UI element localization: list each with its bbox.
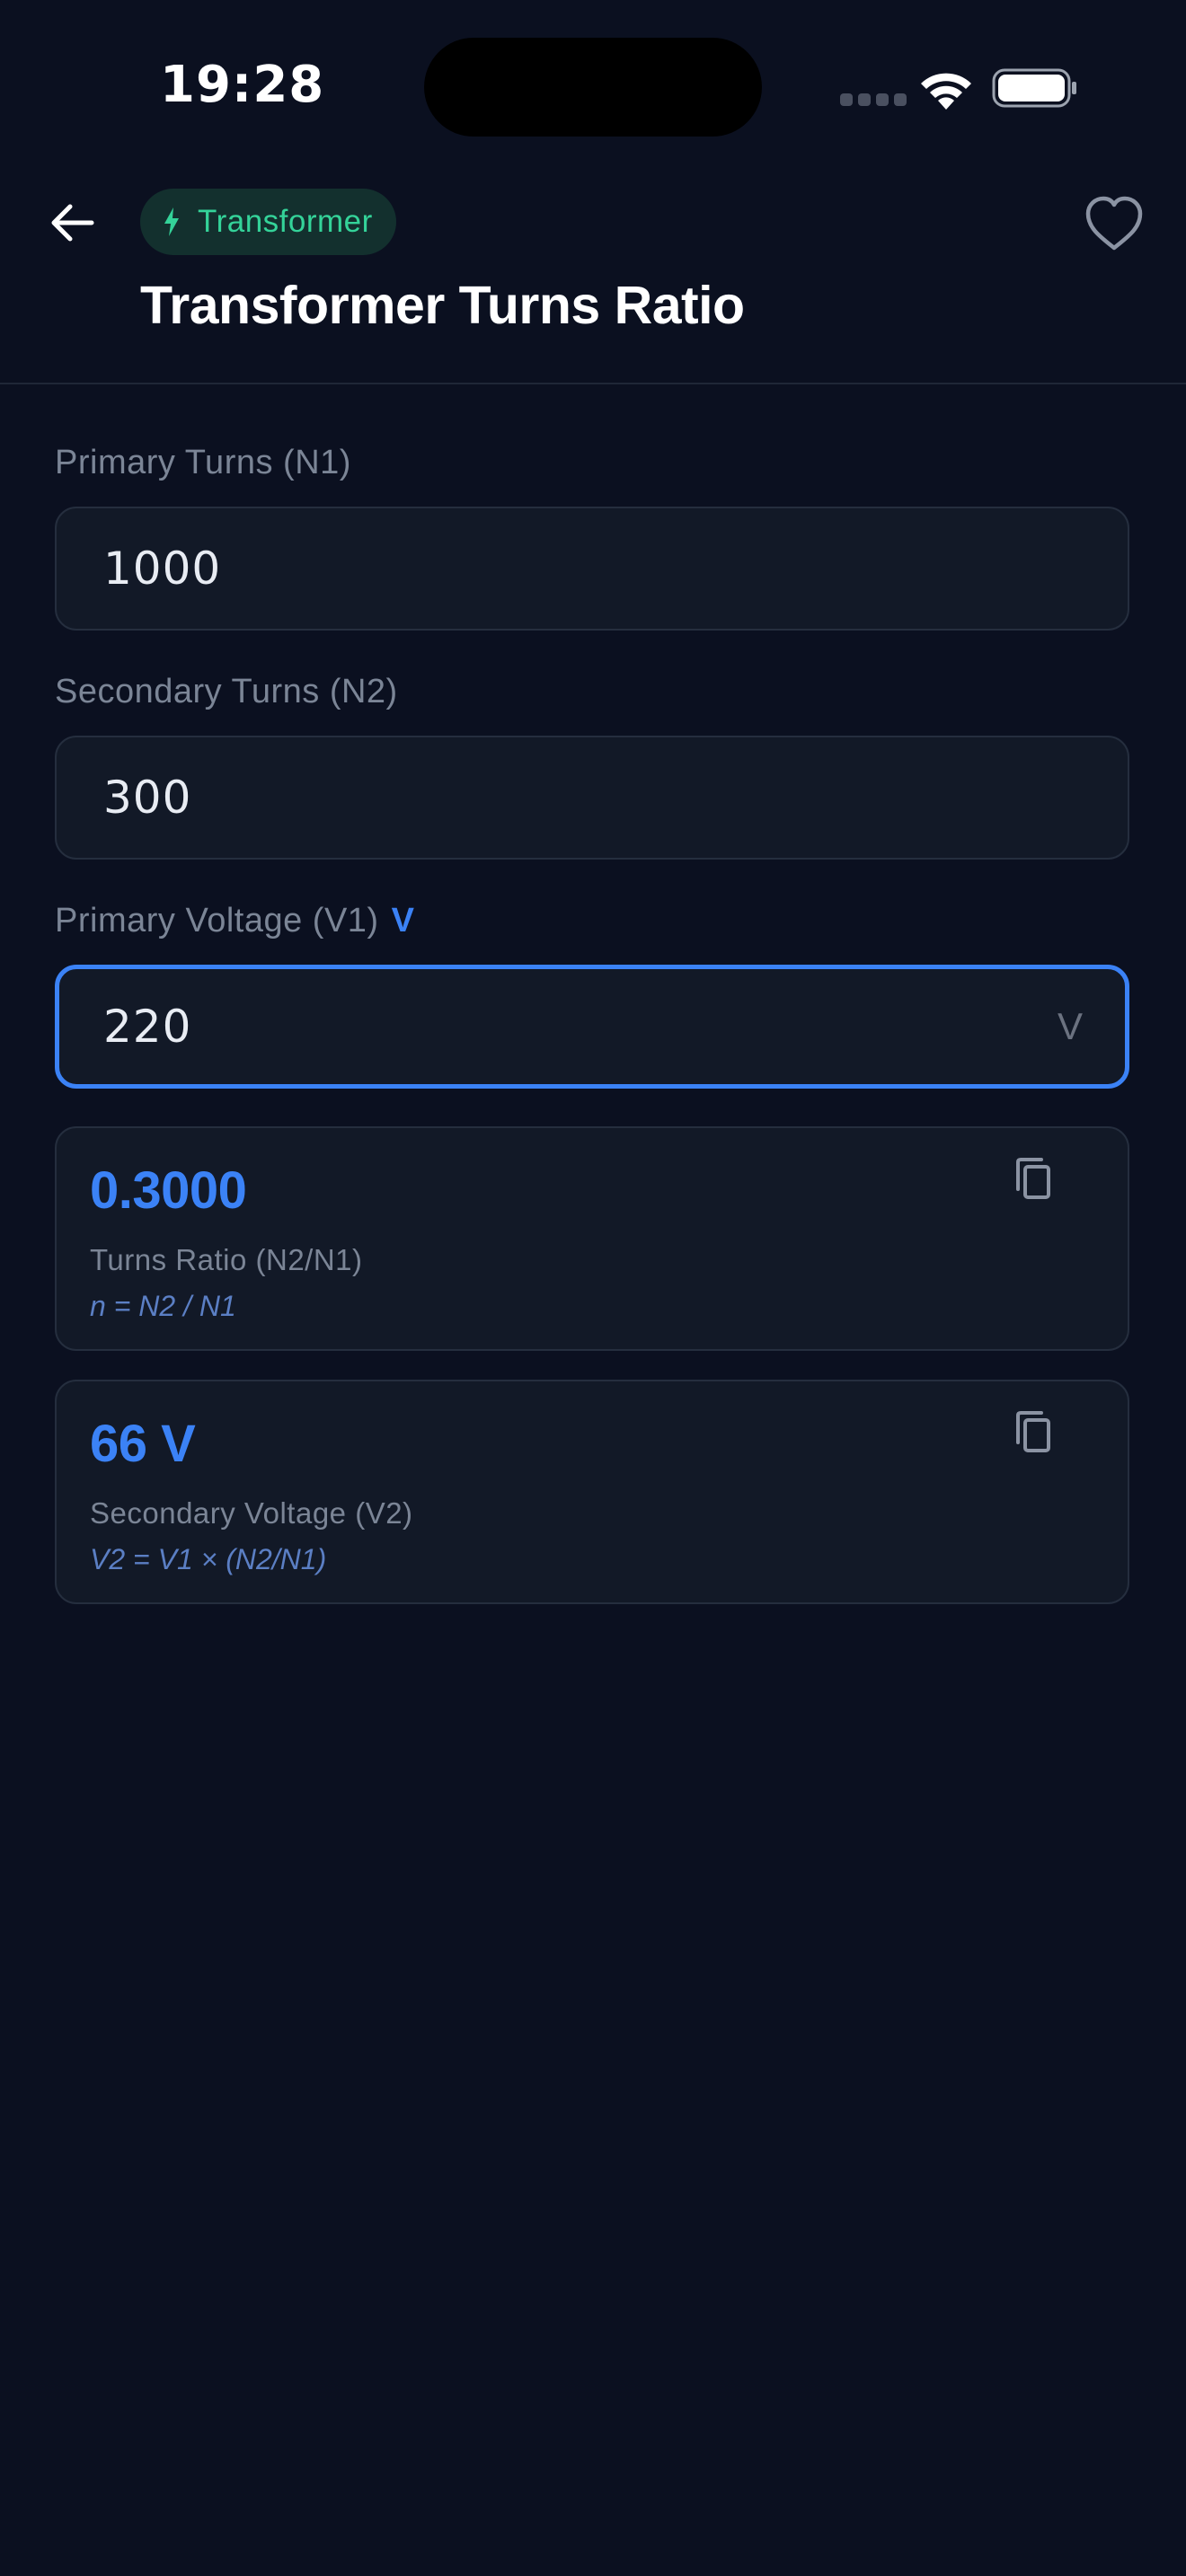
page-title: Transformer Turns Ratio <box>140 276 745 335</box>
secondary-voltage-formula: V2 = V1 × (N2/N1) <box>90 1543 327 1575</box>
primary-voltage-value: 220 <box>103 1001 192 1053</box>
secondary-turns-value: 300 <box>103 772 192 824</box>
primary-voltage-label: Primary Voltage (V1) V <box>55 902 414 940</box>
dynamic-island <box>424 38 762 137</box>
header-divider <box>0 383 1186 384</box>
secondary-voltage-value: 66 V <box>90 1415 196 1473</box>
primary-turns-value: 1000 <box>103 543 222 595</box>
primary-turns-label: Primary Turns (N1) <box>55 444 351 481</box>
result-card-turns-ratio: 0.3000 Turns Ratio (N2/N1) n = N2 / N1 <box>55 1126 1129 1351</box>
copy-icon[interactable] <box>1012 1155 1057 1205</box>
turns-ratio-formula: n = N2 / N1 <box>90 1290 236 1322</box>
category-tag: Transformer <box>140 189 396 255</box>
primary-voltage-label-text: Primary Voltage (V1) <box>55 902 379 940</box>
result-card-secondary-voltage: 66 V Secondary Voltage (V2) V2 = V1 × (N… <box>55 1380 1129 1604</box>
favorite-heart-icon[interactable] <box>1083 194 1146 253</box>
primary-turns-input[interactable]: 1000 <box>55 507 1129 631</box>
wifi-icon <box>921 73 971 110</box>
copy-icon[interactable] <box>1012 1408 1057 1459</box>
bolt-icon <box>164 207 179 236</box>
primary-voltage-unit: V <box>1057 1005 1083 1047</box>
secondary-voltage-label: Secondary Voltage (V2) <box>90 1496 413 1530</box>
secondary-turns-label: Secondary Turns (N2) <box>55 673 398 710</box>
turns-ratio-label: Turns Ratio (N2/N1) <box>90 1243 363 1276</box>
status-bar: 19:28 <box>0 0 1186 171</box>
status-time: 19:28 <box>160 56 325 114</box>
turns-ratio-value: 0.3000 <box>90 1161 247 1220</box>
battery-icon <box>992 68 1076 108</box>
secondary-turns-input[interactable]: 300 <box>55 736 1129 860</box>
primary-voltage-input[interactable]: 220 V <box>55 965 1129 1089</box>
back-arrow-icon[interactable] <box>43 193 102 252</box>
primary-voltage-label-unit: V <box>391 902 415 940</box>
category-tag-label: Transformer <box>198 204 373 239</box>
